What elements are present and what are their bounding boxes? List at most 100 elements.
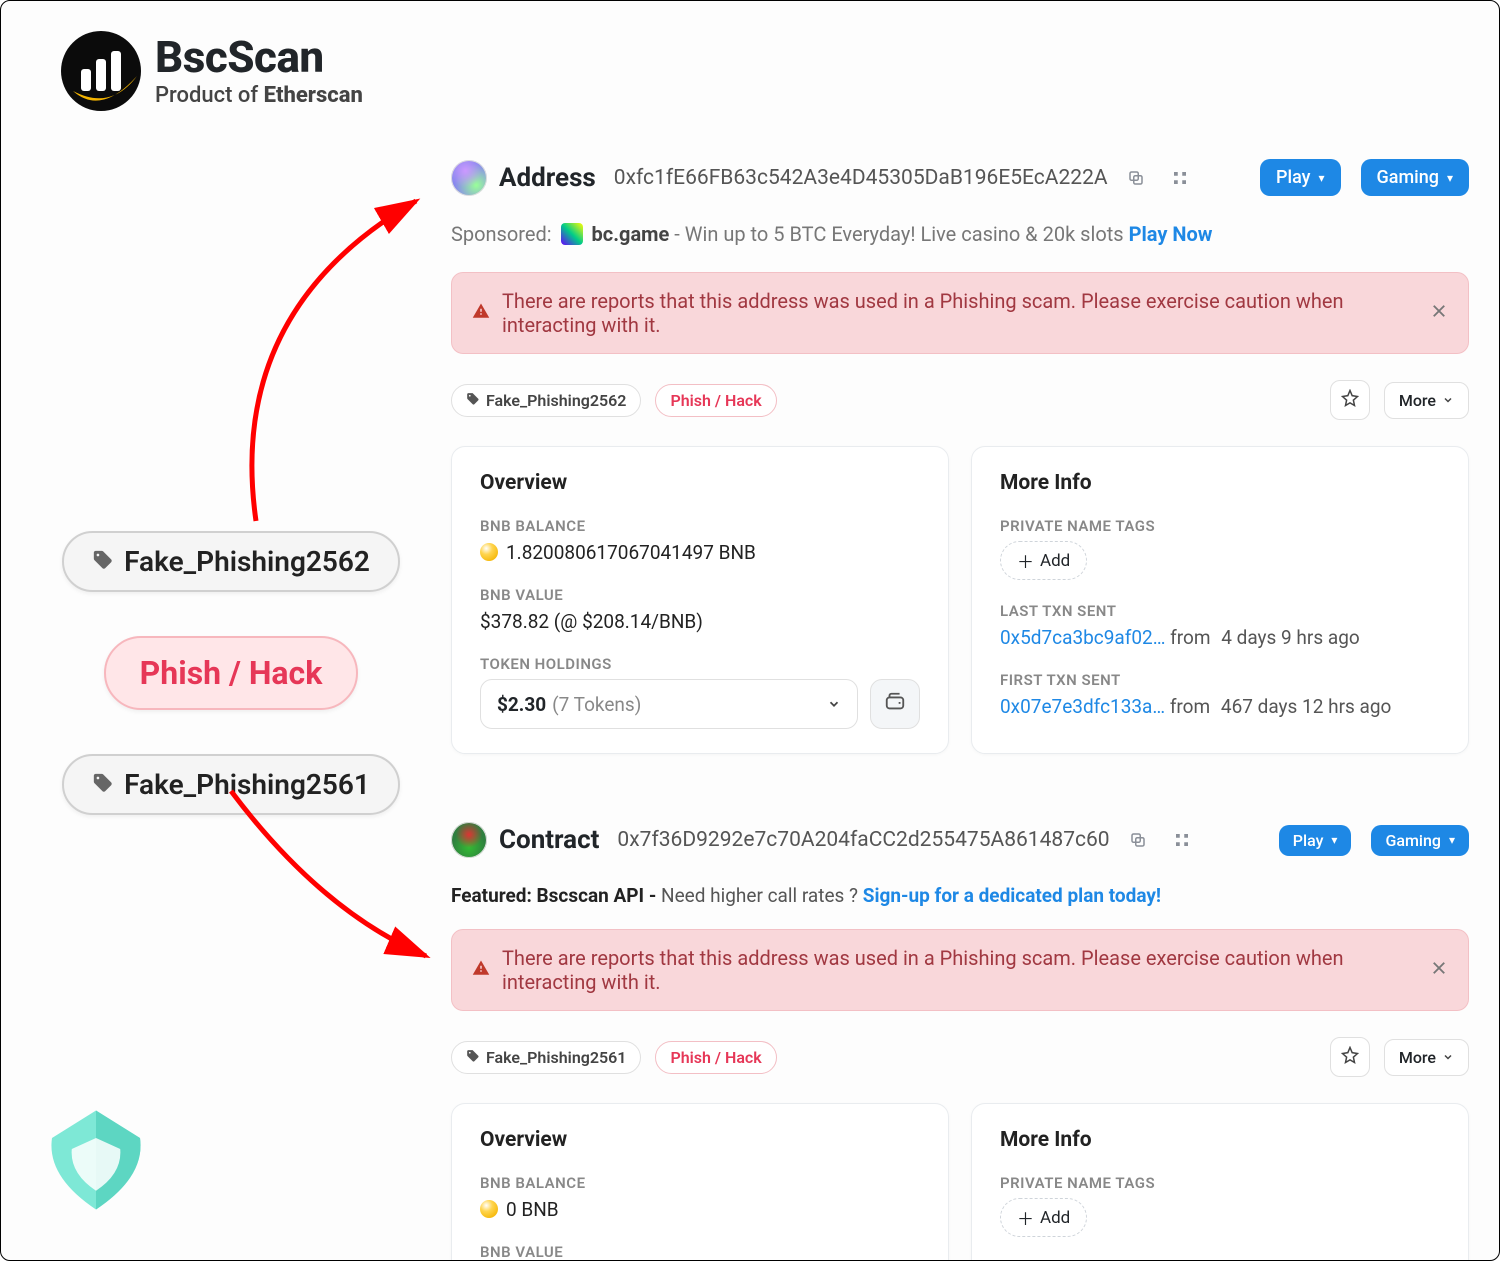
wallet-button[interactable]	[870, 679, 920, 729]
button-label: Play	[1293, 831, 1324, 850]
txn-from-label: from	[1170, 626, 1210, 649]
phishing-warning-alert: There are reports that this address was …	[451, 929, 1469, 1011]
tag-icon	[466, 1048, 480, 1067]
moreinfo-title: More Info	[1000, 471, 1440, 495]
featured-lead: Featured: Bscscan API -	[451, 884, 661, 907]
private-name-tags-label: PRIVATE NAME TAGS	[1000, 1174, 1440, 1192]
pill-label: Fake_Phishing2562	[124, 545, 370, 578]
button-label: Add	[1040, 551, 1070, 571]
contract-panel: Contract 0x7f36D9292e7c70A204faCC2d25547…	[451, 814, 1469, 1261]
token-holdings-label: TOKEN HOLDINGS	[480, 655, 920, 673]
plus-icon: ＋	[1017, 1205, 1034, 1230]
bnb-coin-icon	[480, 543, 498, 561]
alert-text: There are reports that this address was …	[502, 289, 1418, 337]
favorite-button[interactable]	[1330, 1037, 1370, 1077]
copy-address-button[interactable]	[1122, 824, 1154, 856]
phish-hack-chip[interactable]: Phish / Hack	[655, 1041, 776, 1074]
bnb-coin-icon	[480, 1200, 498, 1218]
play-button[interactable]: Play ▾	[1279, 825, 1352, 856]
sponsored-label: Sponsored:	[451, 222, 552, 246]
address-avatar-icon	[451, 160, 487, 196]
value-label: BNB VALUE	[480, 1243, 920, 1261]
txn-from-label: from	[1170, 695, 1210, 718]
qr-code-button[interactable]	[1164, 162, 1196, 194]
name-tag-chip[interactable]: Fake_Phishing2562	[451, 384, 641, 417]
contract-hash: 0x7f36D9292e7c70A204faCC2d255475A861487c…	[617, 828, 1109, 852]
featured-cta-link[interactable]: Sign-up for a dedicated plan today!	[863, 884, 1161, 907]
chevron-down-icon: ▾	[1449, 833, 1455, 847]
warning-icon	[472, 958, 490, 982]
address-hash: 0xfc1fE66FB63c542A3e4D45305DaB196E5EcA22…	[614, 166, 1108, 190]
gaming-button[interactable]: Gaming ▾	[1361, 159, 1470, 196]
add-name-tag-button[interactable]: ＋ Add	[1000, 1198, 1087, 1237]
close-alert-button[interactable]	[1430, 958, 1448, 982]
button-label: Gaming	[1385, 831, 1441, 850]
qr-code-button[interactable]	[1166, 824, 1198, 856]
tag-label: Fake_Phishing2561	[486, 1048, 626, 1067]
sponsored-bar: Sponsored: bc.game - Win up to 5 BTC Eve…	[451, 222, 1469, 248]
sponsor-logo-icon	[561, 223, 583, 245]
address-panel: Address 0xfc1fE66FB63c542A3e4D45305DaB19…	[451, 151, 1469, 754]
button-label: Add	[1040, 1208, 1070, 1228]
phishing-warning-alert: There are reports that this address was …	[451, 272, 1469, 354]
entity-type: Address	[499, 163, 596, 193]
token-amount: $2.30	[497, 693, 546, 716]
tag-label: Phish / Hack	[670, 391, 761, 410]
favorite-button[interactable]	[1330, 380, 1370, 420]
tagline-prefix: Product of	[155, 83, 264, 108]
chevron-down-icon: ▾	[1331, 833, 1337, 847]
gaming-button[interactable]: Gaming ▾	[1371, 825, 1469, 856]
token-count: (7 Tokens)	[552, 693, 641, 716]
shield-badge-icon	[41, 1105, 151, 1215]
value-label: BNB VALUE	[480, 586, 920, 604]
logo-mark-icon	[61, 31, 141, 111]
last-txn-hash-link[interactable]: 0x5d7ca3bc9af02…	[1000, 626, 1165, 649]
value-value: $378.82 (@ $208.14/BNB)	[480, 610, 920, 633]
copy-address-button[interactable]	[1120, 162, 1152, 194]
last-txn-label: LAST TXN SENT	[1000, 602, 1440, 620]
tag-label: Fake_Phishing2562	[486, 391, 626, 410]
callout-pill-phish-hack: Phish / Hack	[104, 636, 359, 710]
add-name-tag-button[interactable]: ＋ Add	[1000, 541, 1087, 580]
moreinfo-title: More Info	[1000, 1128, 1440, 1152]
chevron-down-icon	[1442, 391, 1454, 410]
button-label: Play	[1276, 167, 1310, 188]
play-button[interactable]: Play ▾	[1260, 159, 1341, 196]
pill-label: Fake_Phishing2561	[124, 768, 370, 801]
chevron-down-icon	[1442, 1048, 1454, 1067]
token-holdings-select[interactable]: $2.30 (7 Tokens)	[480, 679, 858, 729]
contract-avatar-icon	[451, 822, 487, 858]
callout-pill-fake-phishing-2561: Fake_Phishing2561	[62, 754, 400, 815]
button-label: More	[1399, 391, 1436, 410]
phish-hack-chip[interactable]: Phish / Hack	[655, 384, 776, 417]
entity-type: Contract	[499, 825, 599, 855]
first-txn-hash-link[interactable]: 0x07e7e3dfc133a…	[1000, 695, 1165, 718]
sponsor-text: - Win up to 5 BTC Everyday! Live casino …	[669, 222, 1128, 246]
last-txn-time: 4 days 9 hrs ago	[1221, 626, 1359, 649]
tag-icon	[92, 768, 114, 801]
chevron-down-icon	[827, 693, 841, 716]
balance-label: BNB BALANCE	[480, 517, 920, 535]
featured-bar: Featured: Bscscan API - Need higher call…	[451, 884, 1469, 907]
button-label: Gaming	[1377, 167, 1439, 188]
overview-title: Overview	[480, 1128, 920, 1152]
name-tag-chip[interactable]: Fake_Phishing2561	[451, 1041, 641, 1074]
private-name-tags-label: PRIVATE NAME TAGS	[1000, 517, 1440, 535]
button-label: More	[1399, 1048, 1436, 1067]
star-icon	[1341, 389, 1359, 411]
bscscan-logo: BscScan Product of Etherscan	[61, 31, 1469, 111]
tag-label: Phish / Hack	[670, 1048, 761, 1067]
brand-name: BscScan	[155, 35, 363, 79]
more-button[interactable]: More	[1384, 382, 1469, 419]
alert-text: There are reports that this address was …	[502, 946, 1418, 994]
chevron-down-icon: ▾	[1318, 171, 1324, 185]
sponsor-cta-link[interactable]: Play Now	[1129, 222, 1213, 246]
tag-icon	[466, 391, 480, 410]
close-alert-button[interactable]	[1430, 301, 1448, 325]
more-button[interactable]: More	[1384, 1039, 1469, 1076]
star-icon	[1341, 1046, 1359, 1068]
balance-value: 0 BNB	[480, 1198, 920, 1221]
wallet-icon	[884, 691, 906, 717]
warning-icon	[472, 301, 490, 325]
sponsor-brand: bc.game	[592, 222, 670, 246]
